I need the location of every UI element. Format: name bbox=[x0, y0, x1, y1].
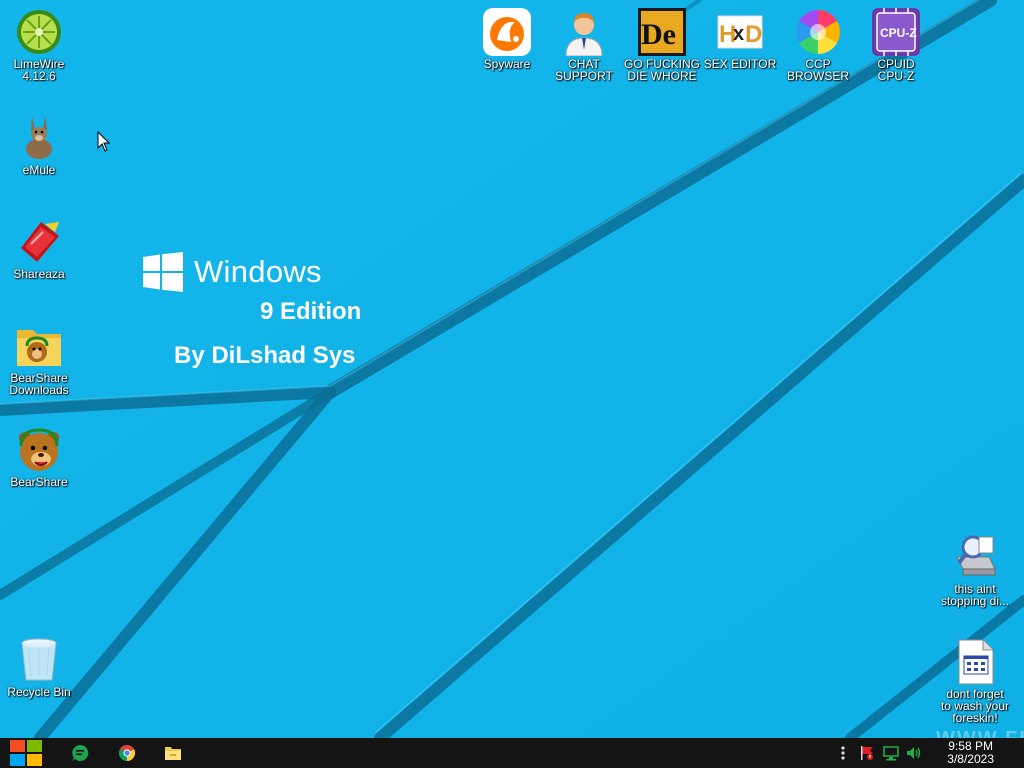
svg-text:De: De bbox=[641, 18, 676, 51]
icon-label: BearShare bbox=[10, 475, 68, 489]
speaker-icon bbox=[907, 747, 921, 759]
desktop-icon-chat-support[interactable]: CHAT SUPPORT bbox=[546, 8, 622, 82]
bearshare-folder-icon bbox=[15, 322, 63, 370]
wallpaper bbox=[0, 0, 1024, 738]
svg-text:CPU-Z: CPU-Z bbox=[880, 26, 917, 40]
shareaza-icon bbox=[15, 218, 63, 266]
support-agent-icon bbox=[560, 8, 608, 57]
limewire-icon bbox=[15, 8, 63, 56]
red-flag-icon bbox=[861, 746, 873, 760]
icon-label: LimeWire 4.12.6 bbox=[13, 57, 65, 83]
tray-overflow-button[interactable] bbox=[835, 745, 851, 761]
taskbar-clock[interactable]: 9:58 PM 3/8/2023 bbox=[947, 740, 994, 766]
cpuz-icon: CPU-Z bbox=[872, 8, 920, 56]
icon-label: eMule bbox=[22, 163, 56, 177]
svg-text:x: x bbox=[733, 23, 744, 45]
icon-label: this aint stopping di... bbox=[940, 582, 1010, 608]
hxd-icon: H x D bbox=[716, 8, 764, 56]
icon-label: SEX EDITOR bbox=[703, 57, 777, 71]
emule-donkey-icon bbox=[15, 114, 63, 162]
tray-action-center[interactable] bbox=[859, 745, 875, 761]
brand-edition: 9 Edition bbox=[260, 298, 362, 325]
more-vertical-icon bbox=[841, 746, 845, 760]
clock-date: 3/8/2023 bbox=[947, 752, 994, 766]
icon-label: CHAT SUPPORT bbox=[555, 57, 613, 83]
desktop-icon-limewire[interactable]: LimeWire 4.12.6 bbox=[1, 8, 77, 82]
brand-title: Windows bbox=[194, 254, 322, 289]
desktop-icon-ccp-browser[interactable]: CCP BROWSER bbox=[780, 8, 856, 82]
taskbar: 9:58 PM 3/8/2023 bbox=[0, 738, 1024, 768]
chat-app-icon bbox=[72, 744, 89, 761]
die-icon: De bbox=[638, 8, 686, 56]
desktop[interactable]: Windows 9 Edition By DiLshad Sys LimeWir… bbox=[0, 0, 1024, 738]
icon-label: Recycle Bin bbox=[7, 685, 71, 699]
icon-label: Shareaza bbox=[13, 267, 65, 281]
desktop-icon-spyware[interactable]: Spyware bbox=[469, 8, 545, 70]
desktop-icon-shareaza[interactable]: Shareaza bbox=[1, 218, 77, 280]
desktop-icon-cpuz[interactable]: CPU-Z CPUID CPU-Z bbox=[858, 8, 934, 82]
desktop-icon-bearshare-downloads[interactable]: BearShare Downloads bbox=[1, 322, 77, 396]
taskbar-app-explorer[interactable] bbox=[155, 738, 191, 768]
recycle-bin-icon bbox=[15, 636, 63, 684]
desktop-icon-recycle-bin[interactable]: Recycle Bin bbox=[1, 636, 77, 698]
avast-icon bbox=[483, 8, 531, 56]
icon-label: CCP BROWSER bbox=[786, 57, 849, 83]
desktop-icon-die[interactable]: De GO FUCKING DIE WHORE bbox=[624, 8, 700, 82]
taskbar-app-chrome[interactable] bbox=[109, 738, 145, 768]
icon-label: dont forget to wash your foreskin! bbox=[940, 687, 1010, 725]
desktop-icon-this-aint[interactable]: this aint stopping di... bbox=[937, 533, 1013, 607]
watermark: WWW.FR bbox=[936, 728, 1024, 738]
svg-text:D: D bbox=[745, 21, 762, 48]
taskbar-app-chat[interactable] bbox=[62, 738, 98, 768]
windows-start-icon bbox=[10, 740, 42, 766]
folder-icon bbox=[165, 747, 181, 760]
icon-label: GO FUCKING DIE WHORE bbox=[624, 57, 701, 83]
icon-label: BearShare Downloads bbox=[9, 371, 69, 397]
chromium-icon bbox=[794, 8, 842, 56]
desktop-icon-sex-editor[interactable]: H x D SEX EDITOR bbox=[702, 8, 778, 70]
network-icon bbox=[883, 746, 899, 761]
windows-logo-icon bbox=[143, 252, 183, 292]
desktop-icon-emule[interactable]: eMule bbox=[1, 114, 77, 176]
bearshare-bear-icon bbox=[15, 426, 63, 474]
tray-network[interactable] bbox=[883, 745, 899, 761]
chrome-icon bbox=[118, 744, 136, 762]
mouse-cursor-icon bbox=[97, 131, 111, 152]
desktop-icon-bearshare[interactable]: BearShare bbox=[1, 426, 77, 488]
desktop-icon-foreskin[interactable]: dont forget to wash your foreskin! bbox=[937, 638, 1013, 724]
icon-label: Spyware bbox=[483, 57, 531, 71]
disk-cleanup-icon bbox=[951, 533, 999, 581]
start-button[interactable] bbox=[8, 738, 44, 768]
brand-author: By DiLshad Sys bbox=[174, 342, 356, 369]
tray-volume[interactable] bbox=[906, 745, 922, 761]
document-icon bbox=[951, 638, 999, 686]
icon-label: CPUID CPU-Z bbox=[877, 57, 915, 83]
